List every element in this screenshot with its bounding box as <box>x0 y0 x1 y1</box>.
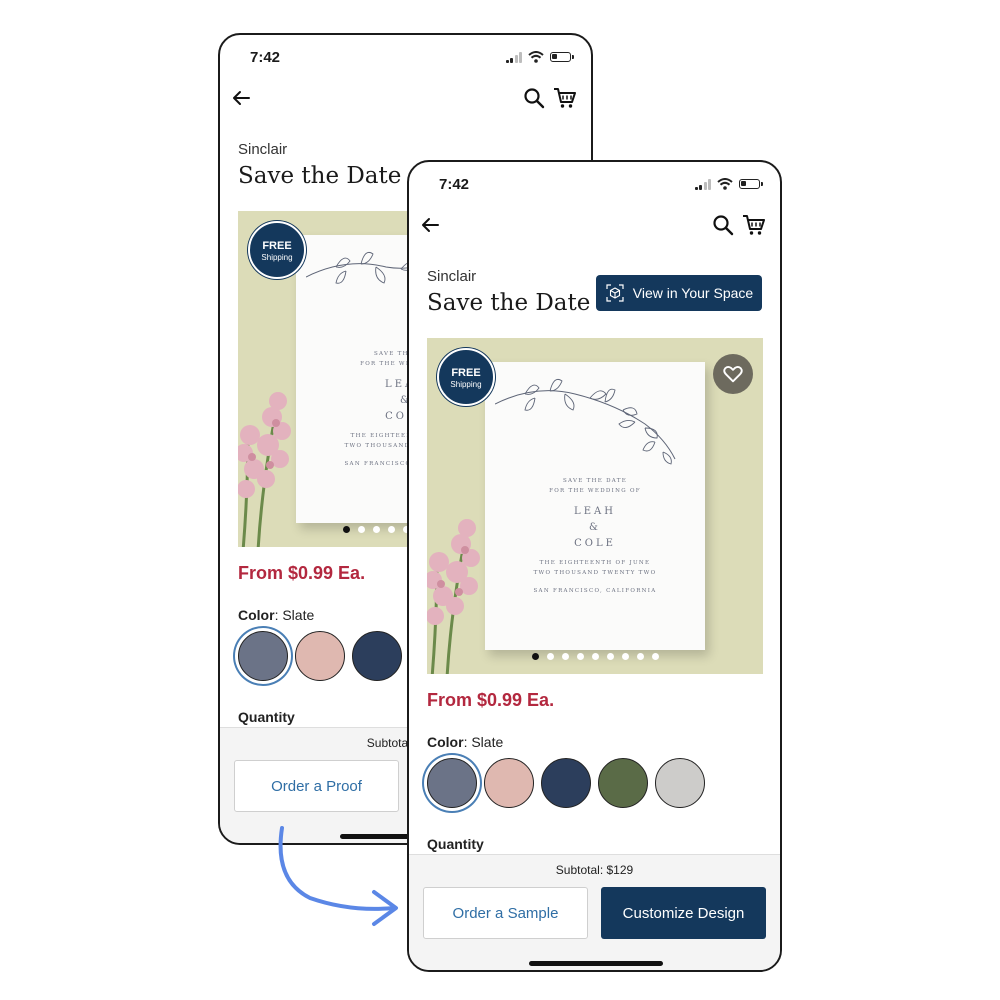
product-title: Save the Date <box>427 290 591 316</box>
invitation-card: SAVE THE DATE FOR THE WEDDING OF LEAH & … <box>485 362 705 650</box>
color-swatches <box>427 758 705 808</box>
flowers-decoration <box>238 392 291 547</box>
carousel-dot[interactable] <box>591 653 599 660</box>
swatch-slate[interactable] <box>238 631 288 681</box>
carousel-dot[interactable] <box>606 653 614 660</box>
view-in-your-space-button[interactable]: View in Your Space <box>596 275 762 311</box>
botanical-illustration <box>495 378 676 465</box>
nav-bar <box>409 210 780 250</box>
brand-name: Sinclair <box>238 141 288 158</box>
status-icons <box>694 178 763 190</box>
brand-name: Sinclair <box>427 268 477 285</box>
carousel-dot[interactable] <box>576 653 584 660</box>
color-swatches <box>238 631 402 681</box>
order-proof-button[interactable]: Order a Proof <box>234 760 399 812</box>
card-date-2: TWO THOUSAND TWENTY TWO <box>533 570 657 576</box>
free-shipping-badge: FREE Shipping <box>248 221 306 279</box>
status-time: 7:42 <box>439 176 470 193</box>
status-icons <box>505 51 574 63</box>
free-badge-line-1: FREE <box>451 367 481 379</box>
carousel-dot[interactable] <box>357 526 365 533</box>
search-icon[interactable] <box>712 214 734 236</box>
status-time: 7:42 <box>250 49 281 66</box>
free-badge-line-2: Shipping <box>261 253 293 262</box>
battery-icon <box>739 179 763 189</box>
swatch-silver[interactable] <box>655 758 705 808</box>
status-bar: 7:42 <box>220 35 591 81</box>
carousel-dots <box>427 653 763 660</box>
color-label: Color: Slate <box>238 607 314 623</box>
product-image-carousel[interactable]: SAVE THE DATE FOR THE WEDDING OF LEAH & … <box>427 338 763 674</box>
free-badge-line-1: FREE <box>262 240 292 252</box>
color-label-key: Color <box>427 734 464 750</box>
swatch-navy[interactable] <box>352 631 402 681</box>
color-label-key: Color <box>238 607 275 623</box>
carousel-dot[interactable] <box>651 653 659 660</box>
color-label-value: : Slate <box>274 607 315 623</box>
carousel-dot[interactable] <box>546 653 554 660</box>
free-badge-line-2: Shipping <box>450 380 482 389</box>
ar-cube-icon <box>606 284 624 302</box>
customize-design-button[interactable]: Customize Design <box>601 887 766 939</box>
free-shipping-badge: FREE Shipping <box>437 348 495 406</box>
favorite-button[interactable] <box>713 354 753 394</box>
nav-bar <box>220 83 591 123</box>
back-arrow-icon[interactable] <box>230 87 252 109</box>
carousel-dot[interactable] <box>621 653 629 660</box>
order-sample-button[interactable]: Order a Sample <box>423 887 588 939</box>
battery-icon <box>550 52 574 62</box>
flowers-decoration <box>427 519 480 674</box>
carousel-dot[interactable] <box>636 653 644 660</box>
swatch-navy[interactable] <box>541 758 591 808</box>
swatch-slate[interactable] <box>427 758 477 808</box>
status-bar: 7:42 <box>409 162 780 208</box>
back-arrow-icon[interactable] <box>419 214 441 236</box>
carousel-dot[interactable] <box>531 653 539 660</box>
card-name-1: LEAH <box>574 506 616 517</box>
phone-screen-updated: 7:42 Sinclair Save the Date View in Your… <box>407 160 782 972</box>
card-ampersand: & <box>589 522 601 533</box>
carousel-dot[interactable] <box>561 653 569 660</box>
flow-arrow <box>278 826 398 926</box>
view-in-your-space-label: View in Your Space <box>632 285 754 301</box>
card-date-1: THE EIGHTEENTH OF JUNE <box>539 560 651 566</box>
home-indicator <box>529 961 663 966</box>
color-label: Color: Slate <box>427 734 503 750</box>
card-line-2: FOR THE WEDDING OF <box>549 488 641 494</box>
heart-icon <box>723 366 743 383</box>
carousel-dot[interactable] <box>342 526 350 533</box>
signal-icon <box>505 51 522 63</box>
cart-icon[interactable] <box>553 87 577 109</box>
footer-bar: Subtotal: $129 Order a Sample Customize … <box>409 854 780 970</box>
swatch-blush[interactable] <box>484 758 534 808</box>
wifi-icon <box>528 51 544 63</box>
quantity-label: Quantity <box>238 709 295 725</box>
product-price: From $0.99 Ea. <box>238 563 366 583</box>
carousel-dot[interactable] <box>387 526 395 533</box>
carousel-dot[interactable] <box>372 526 380 533</box>
product-price: From $0.99 Ea. <box>427 690 555 710</box>
card-location: SAN FRANCISCO, CALIFORNIA <box>533 588 657 594</box>
product-title: Save the Date <box>238 163 402 189</box>
swatch-blush[interactable] <box>295 631 345 681</box>
card-name-2: COLE <box>574 538 616 549</box>
card-line-1: SAVE THE DATE <box>562 478 628 484</box>
signal-icon <box>694 178 711 190</box>
subtotal-text: Subtotal: $129 <box>555 863 634 877</box>
cart-icon[interactable] <box>742 214 766 236</box>
wifi-icon <box>717 178 733 190</box>
search-icon[interactable] <box>523 87 545 109</box>
swatch-olive[interactable] <box>598 758 648 808</box>
color-label-value: : Slate <box>463 734 504 750</box>
quantity-label: Quantity <box>427 836 484 852</box>
